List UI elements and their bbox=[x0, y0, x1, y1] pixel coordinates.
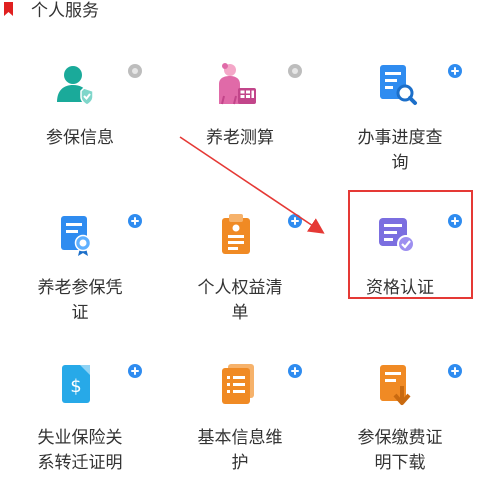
svg-text:$: $ bbox=[70, 376, 81, 397]
service-item-rights-list[interactable]: 个人权益清 单 bbox=[160, 180, 320, 328]
info-pages-icon bbox=[214, 362, 258, 406]
add-icon[interactable] bbox=[288, 214, 302, 228]
service-label: 失业保险关 系转迁证明 bbox=[37, 428, 123, 473]
clipboard-list-icon bbox=[214, 212, 258, 256]
service-item-basic-info-maintenance[interactable]: 基本信息维 护 bbox=[160, 330, 320, 478]
certificate-icon bbox=[54, 212, 98, 256]
section-header: 个人服务 bbox=[0, 0, 480, 30]
elder-calculator-icon bbox=[214, 62, 258, 106]
service-label: 养老测算 bbox=[206, 128, 274, 148]
highlight-box bbox=[348, 190, 473, 299]
transfer-document-icon: $ bbox=[54, 362, 98, 406]
add-icon[interactable] bbox=[288, 364, 302, 378]
service-item-insurance-info[interactable]: 参保信息 bbox=[0, 30, 160, 178]
disabled-badge-icon bbox=[288, 64, 302, 78]
service-item-progress-query[interactable]: 办事进度查 询 bbox=[320, 30, 480, 178]
document-search-icon bbox=[374, 62, 418, 106]
add-icon[interactable] bbox=[448, 364, 462, 378]
download-document-icon bbox=[374, 362, 418, 406]
service-label: 参保信息 bbox=[46, 128, 114, 148]
add-icon[interactable] bbox=[128, 214, 142, 228]
service-label: 基本信息维 护 bbox=[197, 428, 283, 473]
service-label: 参保缴费证 明下载 bbox=[357, 428, 443, 473]
service-label: 养老参保凭 证 bbox=[37, 278, 123, 323]
service-item-unemployment-transfer[interactable]: $ 失业保险关 系转迁证明 bbox=[0, 330, 160, 478]
service-label: 办事进度查 询 bbox=[357, 128, 443, 173]
service-label: 个人权益清 单 bbox=[197, 278, 283, 323]
add-icon[interactable] bbox=[448, 64, 462, 78]
disabled-badge-icon bbox=[128, 64, 142, 78]
service-item-pension-certificate[interactable]: 养老参保凭 证 bbox=[0, 180, 160, 328]
bookmark-icon bbox=[4, 2, 13, 16]
add-icon[interactable] bbox=[128, 364, 142, 378]
person-shield-icon bbox=[54, 62, 98, 106]
section-title: 个人服务 bbox=[31, 1, 99, 21]
service-item-payment-proof-download[interactable]: 参保缴费证 明下载 bbox=[320, 330, 480, 478]
service-item-pension-calculation[interactable]: 养老测算 bbox=[160, 30, 320, 178]
